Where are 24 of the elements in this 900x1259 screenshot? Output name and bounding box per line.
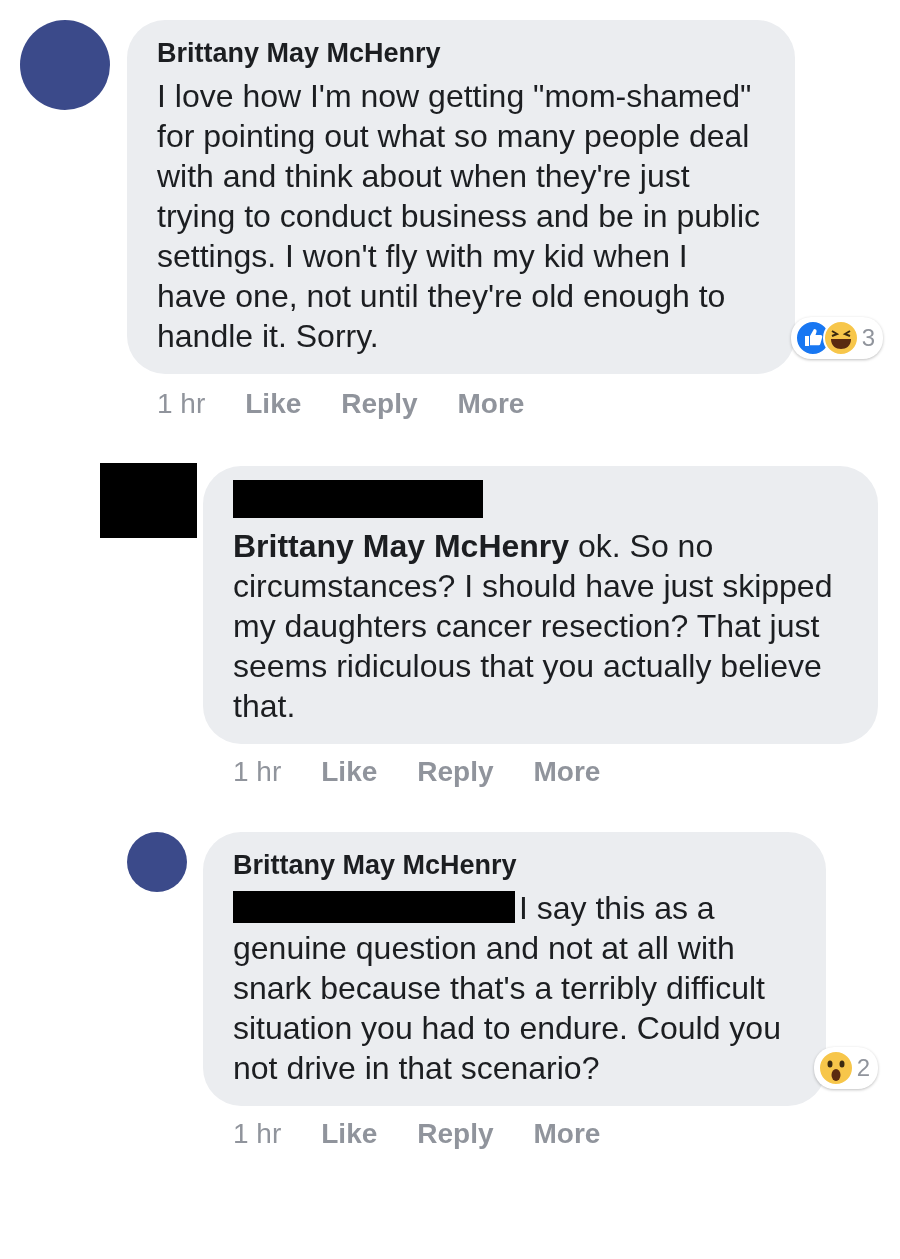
comment-time: 1 hr xyxy=(157,388,206,420)
comment-action-link[interactable]: Like xyxy=(321,756,378,788)
comment-time: 1 hr xyxy=(233,756,282,788)
reaction-badge[interactable]: 3 xyxy=(790,317,883,359)
comment-action-link[interactable]: Reply xyxy=(417,756,494,788)
comment-action-link[interactable]: More xyxy=(457,388,525,420)
comment-text: I love how I'm now getting "mom-shamed" for pointing out what so many people deal with and think about when they're just trying to conduct business and be in public settings. I won't fly with my kid when I have one, not until they're old enough to handle it. Sorry. xyxy=(157,77,762,356)
comment-action-link[interactable]: Like xyxy=(245,388,302,420)
comment-action-link[interactable]: More xyxy=(533,1118,601,1150)
laughing-face-icon xyxy=(822,320,859,356)
author-name[interactable]: Brittany May McHenry xyxy=(233,846,796,884)
comment-action-link[interactable]: Reply xyxy=(417,1118,494,1150)
comment-text: Brittany May McHenry ok. So no circumstances? I should have just skipped my daughters cancer resection? That just seems ridiculous that you actually believe that. xyxy=(233,527,834,726)
author-name[interactable]: Brittany May McHenry xyxy=(157,34,765,72)
reaction-count: 2 xyxy=(856,1054,870,1082)
comment-time: 1 hr xyxy=(233,1118,282,1150)
avatar-photo-placeholder[interactable] xyxy=(127,832,187,892)
comment-action-link[interactable]: Reply xyxy=(341,388,418,420)
comment-text: I say this as a genuine question and not at all with snark because that's a terribly difficult situation you had to endure. Could you not drive in that scenario? xyxy=(233,889,782,1088)
reaction-badge[interactable]: 2 xyxy=(813,1047,878,1089)
comment-action-link[interactable]: More xyxy=(533,756,601,788)
surprised-face-icon xyxy=(817,1050,854,1086)
comment-action-link[interactable]: Like xyxy=(321,1118,378,1150)
reaction-count: 3 xyxy=(861,324,875,352)
